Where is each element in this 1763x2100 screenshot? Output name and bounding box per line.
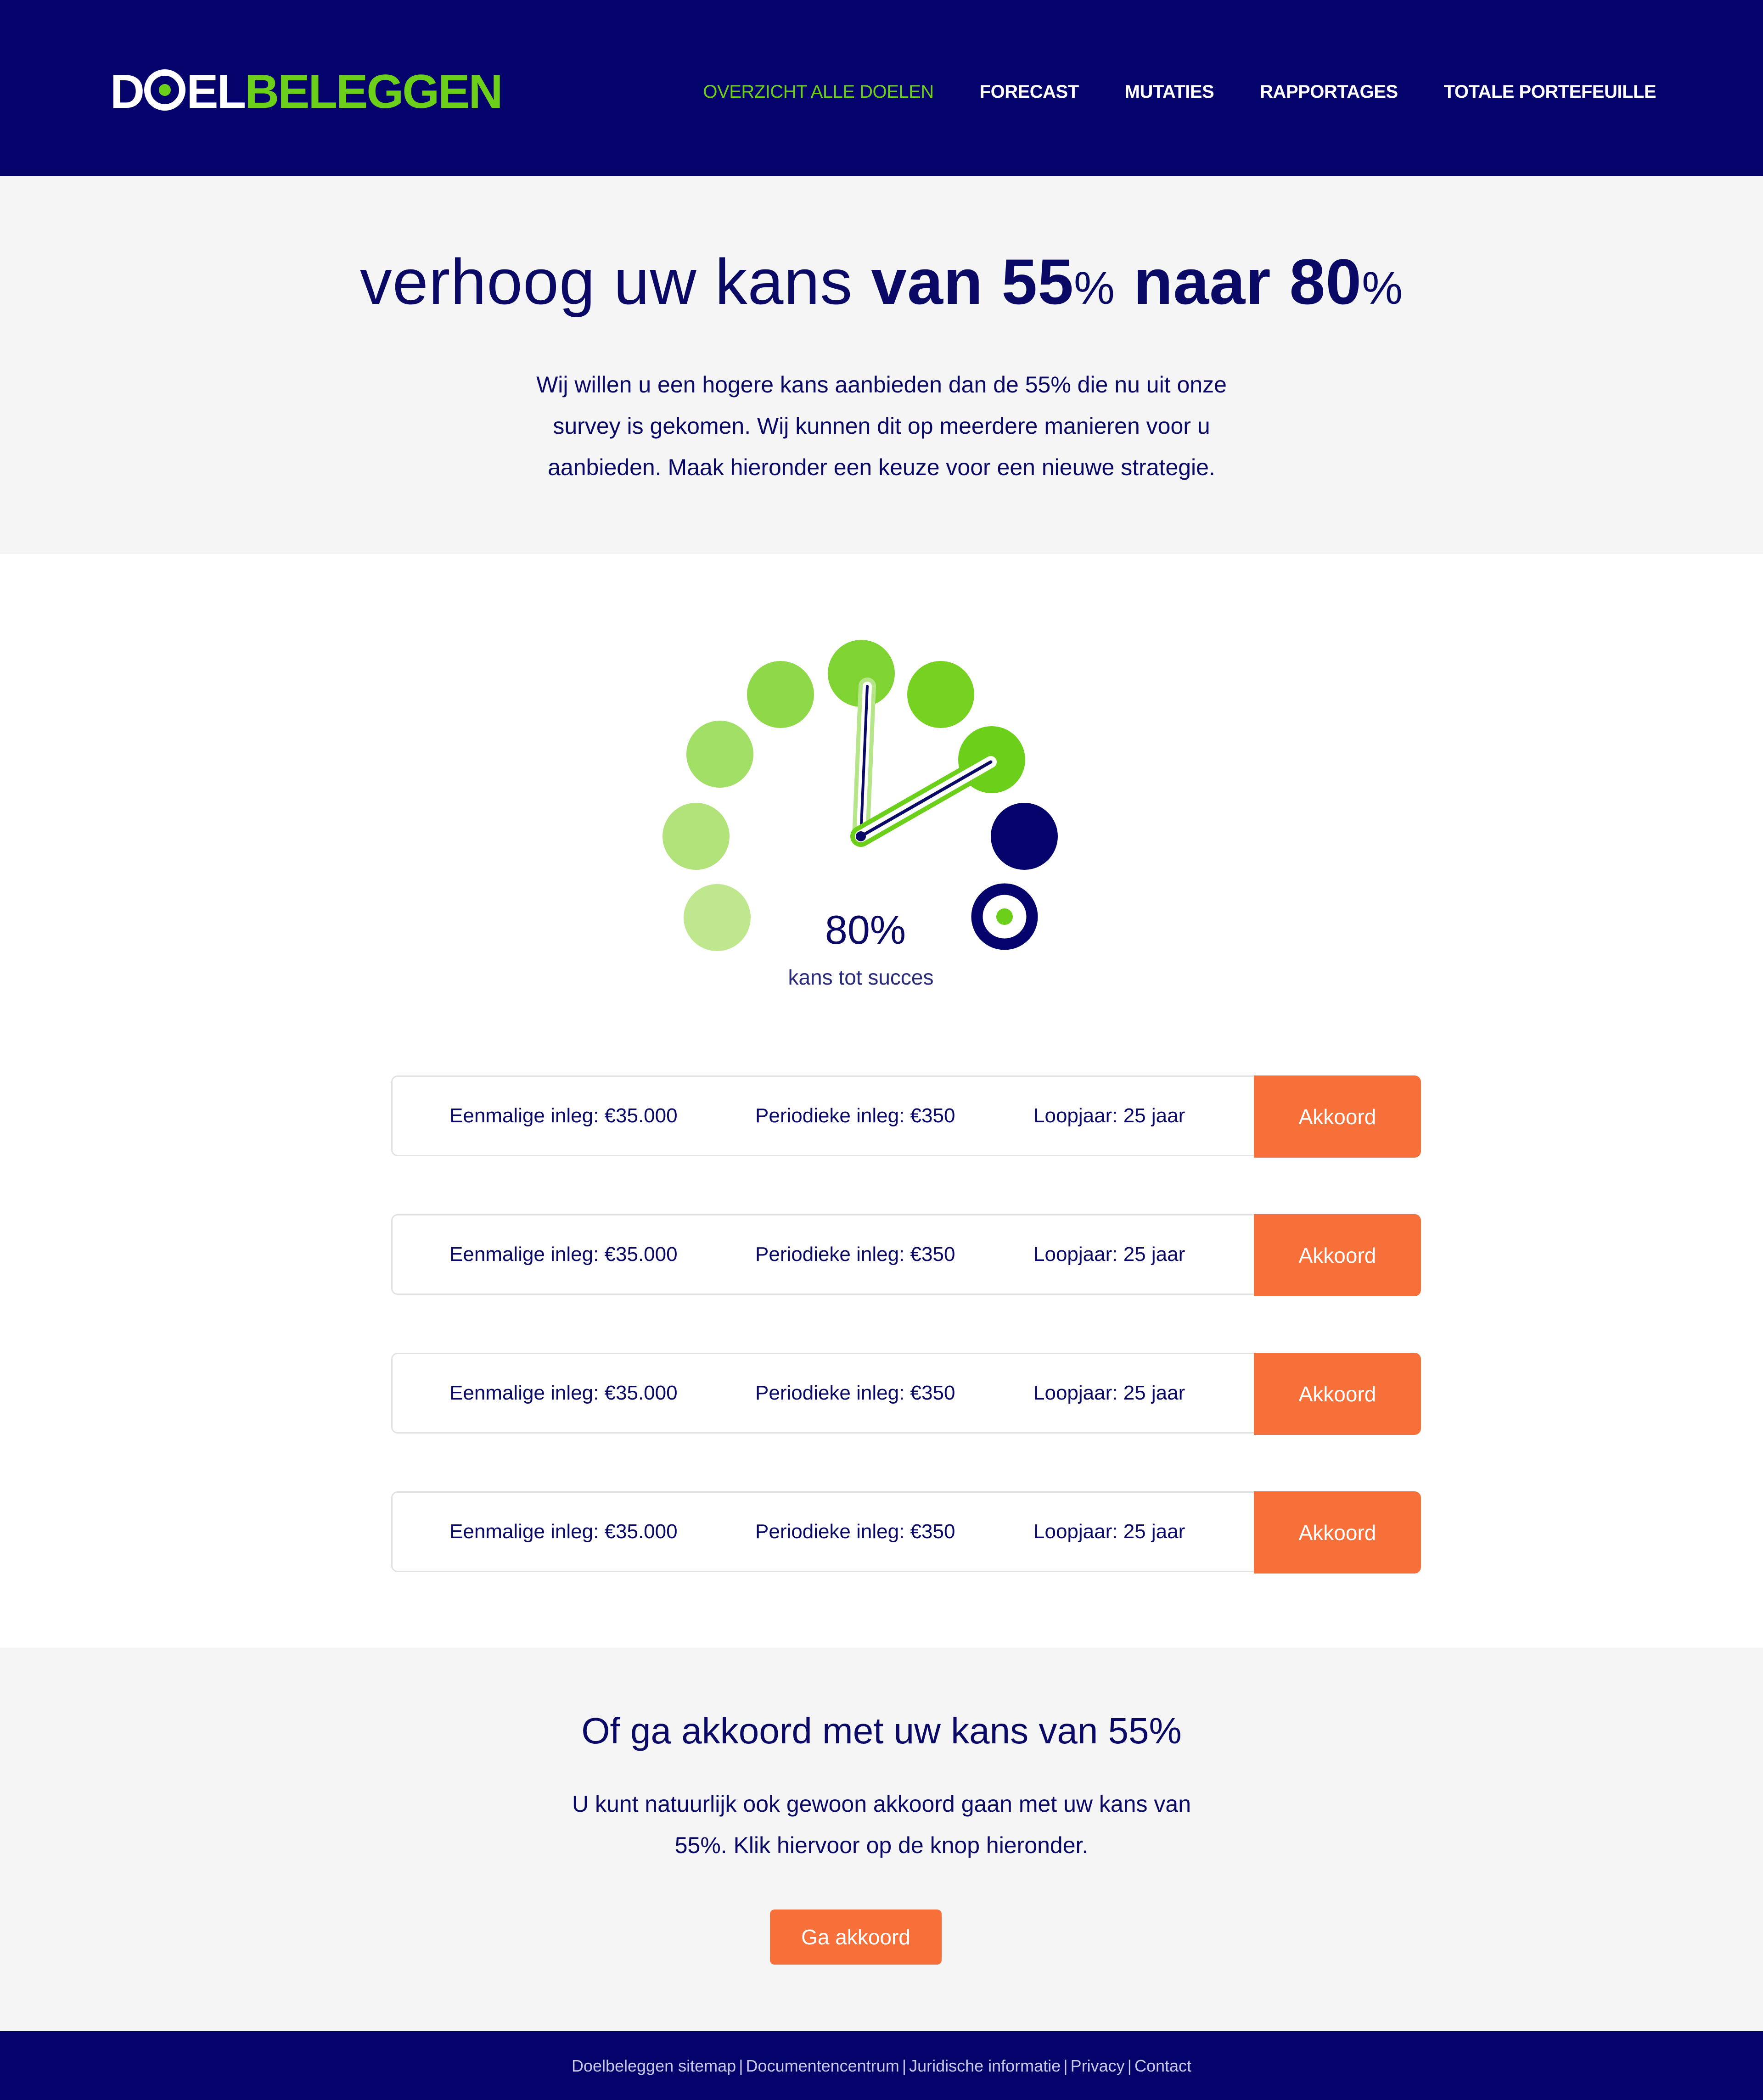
akkoord-button[interactable]: Akkoord (1254, 1075, 1421, 1158)
footer-separator: | (1127, 2056, 1132, 2075)
strategy-option: Eenmalige inleg: €35.000 Periodieke inle… (391, 1353, 1421, 1435)
intro-text: Wij willen u een hogere kans aanbieden d… (536, 372, 1227, 480)
option-eenmalige-inleg: Eenmalige inleg: €35.000 (449, 1382, 678, 1404)
brand-logo[interactable]: D ELBELEGGEN (110, 64, 503, 119)
footer-link-sitemap[interactable]: Doelbeleggen sitemap (572, 2056, 736, 2075)
option-loopjaar: Loopjaar: 25 jaar (1033, 1382, 1185, 1404)
page-title: verhoog uw kans van 55% naar 80% (0, 245, 1763, 319)
option-periodieke-inleg: Periodieke inleg: €350 (755, 1104, 955, 1127)
gauge-dot (747, 661, 814, 728)
footer-separator: | (902, 2056, 907, 2075)
footer-separator: | (1063, 2056, 1068, 2075)
nav-item-totale-portefeuille[interactable]: TOTALE PORTEFEUILLE (1444, 82, 1656, 102)
footer-link-juridische-informatie[interactable]: Juridische informatie (909, 2056, 1061, 2075)
nav-item-forecast[interactable]: FORECAST (980, 82, 1079, 102)
site-header: D ELBELEGGEN OVERZICHT ALLE DOELEN FORECA… (0, 0, 1763, 176)
gauge-dot (663, 803, 730, 870)
gauge-dot (991, 803, 1058, 870)
title-part-start: verhoog uw kans (359, 246, 871, 318)
footer-link-privacy[interactable]: Privacy (1071, 2056, 1125, 2075)
gauge-label: kans tot succes (788, 965, 934, 989)
accept-current-section: Of ga akkoord met uw kans van 55% U kunt… (0, 1648, 1763, 2031)
accept-text: U kunt natuurlijk ook gewoon akkoord gaa… (572, 1791, 1191, 1858)
nav-item-overzicht[interactable]: OVERZICHT ALLE DOELEN (703, 82, 934, 102)
option-eenmalige-inleg: Eenmalige inleg: €35.000 (449, 1104, 678, 1127)
main-nav: OVERZICHT ALLE DOELEN FORECAST MUTATIES … (703, 82, 1656, 102)
gauge-value: 80% (825, 907, 906, 952)
akkoord-button[interactable]: Akkoord (1254, 1214, 1421, 1296)
gauge-target-center (996, 908, 1013, 925)
title-percent-sign: % (1074, 263, 1115, 314)
option-eenmalige-inleg: Eenmalige inleg: €35.000 (449, 1243, 678, 1266)
option-loopjaar: Loopjaar: 25 jaar (1033, 1520, 1185, 1543)
strategy-option: Eenmalige inleg: €35.000 Periodieke inle… (391, 1491, 1421, 1574)
gauge-pivot (856, 831, 866, 841)
option-periodieke-inleg: Periodieke inleg: €350 (755, 1243, 955, 1266)
footer-link-documentencentrum[interactable]: Documentencentrum (746, 2056, 899, 2075)
logo-letter-d: D (110, 65, 145, 118)
title-percent-sign: % (1362, 263, 1404, 314)
option-periodieke-inleg: Periodieke inleg: €350 (755, 1382, 955, 1404)
footer-links: Doelbeleggen sitemap | Documentencentrum | J… (0, 2056, 1763, 2076)
akkoord-button[interactable]: Akkoord (1254, 1491, 1421, 1574)
option-periodieke-inleg: Periodieke inleg: €350 (755, 1520, 955, 1543)
strategy-options: Eenmalige inleg: €35.000 Periodieke inle… (391, 1075, 1421, 1630)
logo-target-icon (144, 69, 186, 111)
title-part-from: van 55 (871, 246, 1074, 318)
gauge-needle-target-core (859, 760, 993, 838)
gauge-dot (686, 721, 753, 788)
option-loopjaar: Loopjaar: 25 jaar (1033, 1243, 1185, 1266)
strategy-option: Eenmalige inleg: €35.000 Periodieke inle… (391, 1075, 1421, 1158)
akkoord-button[interactable]: Akkoord (1254, 1353, 1421, 1435)
nav-item-rapportages[interactable]: RAPPORTAGES (1260, 82, 1398, 102)
title-part-to: naar 80 (1115, 246, 1362, 318)
footer-separator: | (739, 2056, 743, 2075)
option-loopjaar: Loopjaar: 25 jaar (1033, 1104, 1185, 1127)
site-footer: Doelbeleggen sitemap | Documentencentrum | J… (0, 2031, 1763, 2100)
logo-text-el: EL (186, 65, 246, 118)
logo-text-beleggen: BELEGGEN (245, 65, 503, 118)
footer-link-contact[interactable]: Contact (1134, 2056, 1191, 2075)
strategy-option: Eenmalige inleg: €35.000 Periodieke inle… (391, 1214, 1421, 1296)
intro-section: verhoog uw kans van 55% naar 80% Wij wil… (0, 176, 1763, 554)
ga-akkoord-button[interactable]: Ga akkoord (770, 1910, 942, 1965)
option-eenmalige-inleg: Eenmalige inleg: €35.000 (449, 1520, 678, 1543)
gauge-dot (907, 661, 974, 728)
accept-title: Of ga akkoord met uw kans van 55% (581, 1710, 1182, 1751)
nav-item-mutaties[interactable]: MUTATIES (1125, 82, 1214, 102)
